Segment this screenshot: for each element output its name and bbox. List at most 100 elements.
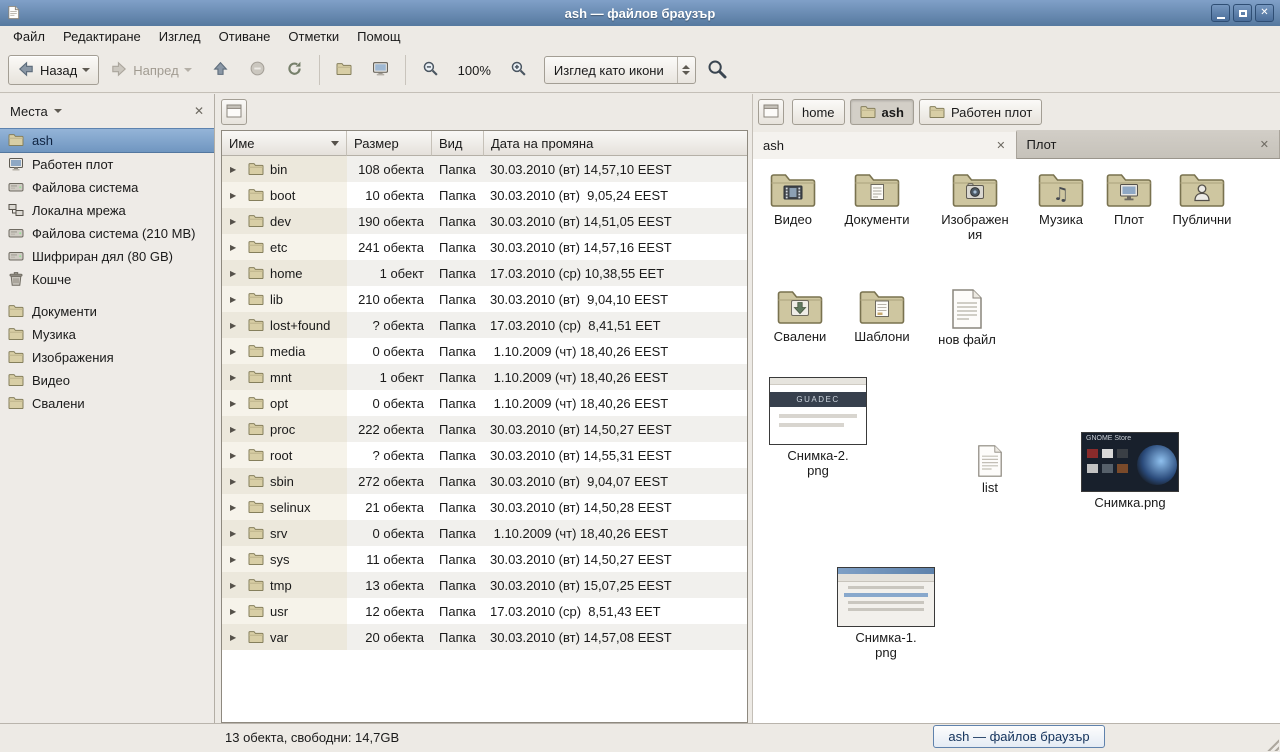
iconview-item-1[interactable]: Документи [832,169,922,227]
expander-icon[interactable]: ▶ [230,347,242,356]
expander-icon[interactable]: ▶ [230,529,242,538]
column-header-0[interactable]: Име [222,131,347,156]
reload-button[interactable] [277,55,312,85]
table-row[interactable]: ▶lost+found? обектаПапка17.03.2010 (ср) … [222,312,747,338]
menu-item-2[interactable]: Изглед [150,26,210,48]
expander-icon[interactable]: ▶ [230,295,242,304]
sidebar-item-9[interactable]: Музика [0,323,214,346]
table-row[interactable]: ▶home1 обектПапка17.03.2010 (ср) 10,38,5… [222,260,747,286]
tab-1[interactable]: Плот✕ [1017,130,1280,158]
expander-icon[interactable]: ▶ [230,633,242,642]
expander-icon[interactable]: ▶ [230,425,242,434]
expander-icon[interactable]: ▶ [230,477,242,486]
iconview-item-7[interactable]: Шаблони [837,286,927,344]
table-row[interactable]: ▶root? обектаПапка30.03.2010 (вт) 14,55,… [222,442,747,468]
sidebar-item-10[interactable]: Изображения [0,346,214,369]
pane-location-button[interactable] [221,99,247,125]
sidebar-item-5[interactable]: Шифриран дял (80 GB) [0,245,214,268]
path-button-2[interactable]: Работен плот [919,99,1042,125]
sidebar-item-12[interactable]: Свалени [0,392,214,415]
expander-icon[interactable]: ▶ [230,607,242,616]
path-button-1[interactable]: ash [850,99,914,125]
sidebar-item-3[interactable]: Локална мрежа [0,199,214,222]
resize-grip[interactable] [1264,736,1279,751]
expander-icon[interactable]: ▶ [230,269,242,278]
close-button[interactable]: ✕ [1255,4,1274,22]
iconview-item-12[interactable]: Снимка-1.png [831,567,941,660]
table-row[interactable]: ▶usr12 обектаПапка17.03.2010 (ср) 8,51,4… [222,598,747,624]
table-row[interactable]: ▶var20 обектаПапка30.03.2010 (вт) 14,57,… [222,624,747,650]
menu-item-4[interactable]: Отметки [279,26,348,48]
expander-icon[interactable]: ▶ [230,503,242,512]
sidebar-item-11[interactable]: Видео [0,369,214,392]
iconview-item-8[interactable]: нов файл [922,289,1012,347]
table-row[interactable]: ▶srv0 обектаПапка 1.10.2009 (чт) 18,40,2… [222,520,747,546]
computer-button[interactable] [363,55,398,85]
expander-icon[interactable]: ▶ [230,191,242,200]
iconview-item-9[interactable]: GUADECСнимка-2.png [763,377,873,478]
menu-item-5[interactable]: Помощ [348,26,409,48]
expander-icon[interactable]: ▶ [230,581,242,590]
sidebar-item-2[interactable]: Файлова система [0,176,214,199]
column-header-3[interactable]: Дата на промяна [484,131,747,156]
zoom-in-button[interactable] [501,55,536,85]
table-row[interactable]: ▶etc241 обектаПапка30.03.2010 (вт) 14,57… [222,234,747,260]
forward-button[interactable]: Напред [101,55,200,85]
expander-icon[interactable]: ▶ [230,243,242,252]
sidebar-item-8[interactable]: Документи [0,300,214,323]
minimize-button[interactable] [1211,4,1230,22]
table-row[interactable]: ▶tmp13 обектаПапка30.03.2010 (вт) 15,07,… [222,572,747,598]
tab-0[interactable]: ash✕ [753,130,1017,159]
iconview-item-6[interactable]: Свалени [755,286,845,344]
sidebar-header[interactable]: Места ✕ [0,94,214,128]
table-row[interactable]: ▶dev190 обектаПапка30.03.2010 (вт) 14,51… [222,208,747,234]
table-row[interactable]: ▶selinux21 обектаПапка30.03.2010 (вт) 14… [222,494,747,520]
back-button[interactable]: Назад [8,55,99,85]
table-row[interactable]: ▶sbin272 обектаПапка30.03.2010 (вт) 9,04… [222,468,747,494]
table-row[interactable]: ▶bin108 обектаПапка30.03.2010 (вт) 14,57… [222,156,747,182]
expander-icon[interactable]: ▶ [230,165,242,174]
menu-item-0[interactable]: Файл [4,26,54,48]
sidebar-item-0[interactable]: ash [0,128,214,153]
expander-icon[interactable]: ▶ [230,555,242,564]
sidebar-item-6[interactable]: Кошче [0,268,214,291]
titlebar[interactable]: ash — файлов браузър ✕ [0,0,1280,26]
expander-icon[interactable]: ▶ [230,321,242,330]
table-row[interactable]: ▶sys11 обектаПапка30.03.2010 (вт) 14,50,… [222,546,747,572]
iconview-item-0[interactable]: Видео [753,169,838,227]
taskbar-window-button[interactable]: ash — файлов браузър [933,725,1105,748]
stop-button[interactable] [240,55,275,85]
table-row[interactable]: ▶lib210 обектаПапка30.03.2010 (вт) 9,04,… [222,286,747,312]
table-row[interactable]: ▶proc222 обектаПапка30.03.2010 (вт) 14,5… [222,416,747,442]
up-button[interactable] [203,55,238,85]
file-size-cell: 0 обекта [347,526,432,541]
column-header-2[interactable]: Вид [432,131,484,156]
table-row[interactable]: ▶opt0 обектаПапка 1.10.2009 (чт) 18,40,2… [222,390,747,416]
pane-location-button[interactable] [758,99,784,125]
search-button[interactable] [698,55,736,85]
view-mode-select[interactable]: Изглед като икони [544,56,696,84]
expander-icon[interactable]: ▶ [230,399,242,408]
expander-icon[interactable]: ▶ [230,217,242,226]
path-button-0[interactable]: home [792,99,845,125]
zoom-out-button[interactable] [413,55,448,85]
iconview-item-10[interactable]: list [945,445,1035,495]
expander-icon[interactable]: ▶ [230,451,242,460]
sidebar-item-1[interactable]: Работен плот [0,153,214,176]
sidebar-close-icon[interactable]: ✕ [194,104,204,118]
maximize-button[interactable] [1233,4,1252,22]
home-button[interactable] [327,55,361,85]
expander-icon[interactable]: ▶ [230,373,242,382]
iconview-item-5[interactable]: Публични [1157,169,1247,227]
column-header-1[interactable]: Размер [347,131,432,156]
tab-close-icon[interactable]: ✕ [1260,138,1269,151]
menu-item-3[interactable]: Отиване [210,26,280,48]
iconview-item-11[interactable]: GNOME StoreСнимка.png [1075,432,1185,510]
table-row[interactable]: ▶mnt1 обектПапка 1.10.2009 (чт) 18,40,26… [222,364,747,390]
sidebar-item-4[interactable]: Файлова система (210 MB) [0,222,214,245]
menu-item-1[interactable]: Редактиране [54,26,150,48]
tab-close-icon[interactable]: ✕ [996,139,1005,152]
table-row[interactable]: ▶boot10 обектаПапка30.03.2010 (вт) 9,05,… [222,182,747,208]
iconview-item-2[interactable]: Изображения [930,169,1020,242]
table-row[interactable]: ▶media0 обектаПапка 1.10.2009 (чт) 18,40… [222,338,747,364]
